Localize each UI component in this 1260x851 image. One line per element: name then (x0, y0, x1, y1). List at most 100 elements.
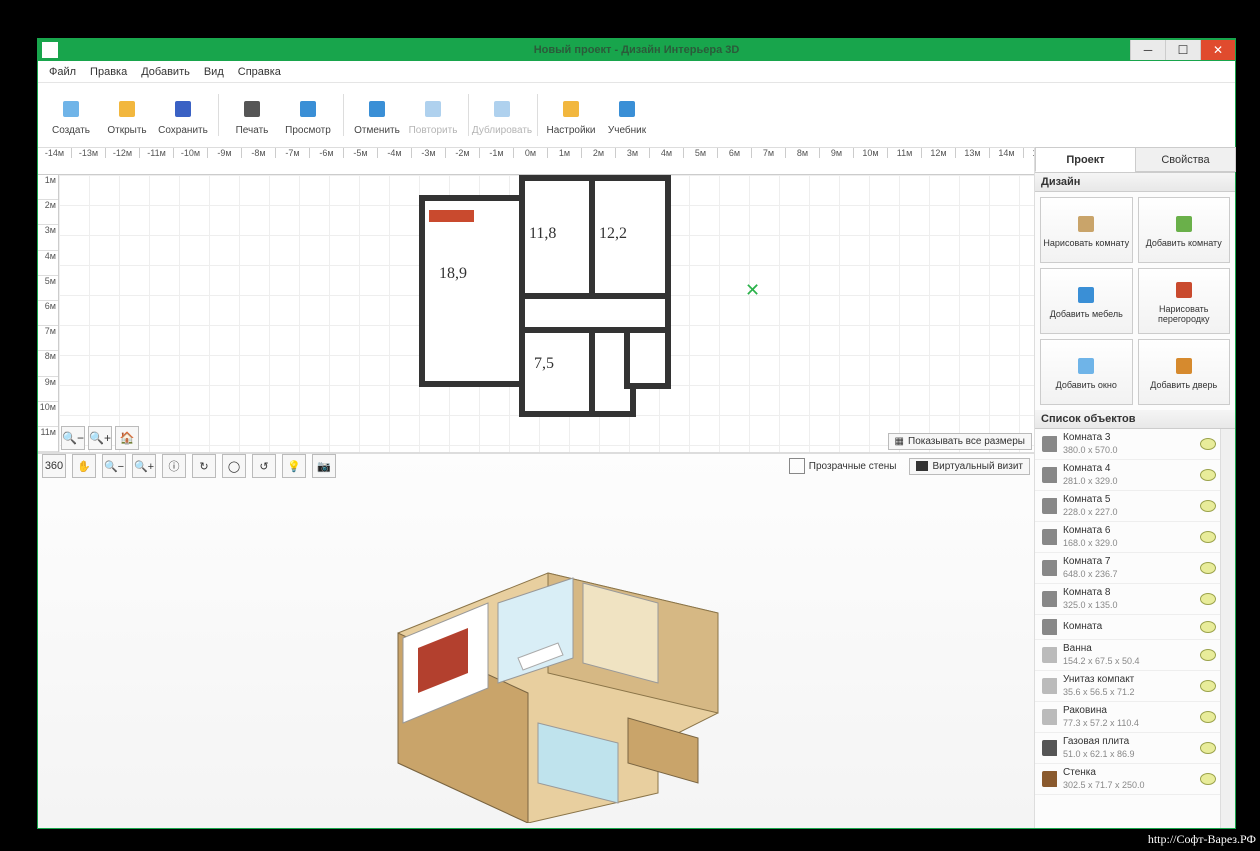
scrollbar[interactable] (1220, 429, 1235, 828)
object-item[interactable]: Комната (1035, 615, 1220, 640)
camera-button[interactable]: 📷 (312, 454, 336, 478)
toolbar-monitor-button[interactable]: Просмотр (281, 88, 335, 142)
maximize-button[interactable]: ☐ (1165, 40, 1200, 60)
stove-icon (1039, 739, 1057, 757)
menu-добавить[interactable]: Добавить (134, 64, 197, 80)
chair-icon (1075, 284, 1097, 306)
save-icon (169, 95, 197, 123)
canvas-2d[interactable]: 1м2м3м4м5м6м7м8м9м10м11м 18,9 11,8 12,2 (38, 175, 1034, 452)
home-2d-button[interactable]: 🏠 (115, 426, 139, 450)
floor-plan[interactable]: 18,9 11,8 12,2 7,5 ✕ 🔍− 🔍+ 🏠 ▦ Показыват… (59, 175, 1034, 452)
zoom-out-3d-button[interactable]: 🔍− (102, 454, 126, 478)
toolbar-save-button[interactable]: Сохранить (156, 88, 210, 142)
visibility-toggle[interactable] (1200, 438, 1216, 450)
toolbar-gear-button[interactable]: Настройки (544, 88, 598, 142)
toolbar-file-button[interactable]: Создать (44, 88, 98, 142)
show-all-sizes-toggle[interactable]: ▦ Показывать все размеры (888, 433, 1032, 450)
menu-справка[interactable]: Справка (231, 64, 288, 80)
floorplan-outline: 18,9 11,8 12,2 7,5 (449, 175, 694, 435)
visibility-toggle[interactable] (1200, 680, 1216, 692)
design-brick-button[interactable]: Нарисовать перегородку (1138, 268, 1231, 334)
object-item[interactable]: Раковина77.3 x 57.2 x 110.4 (1035, 702, 1220, 733)
transparent-walls-toggle[interactable]: Прозрачные стены (789, 458, 897, 474)
zoom-in-3d-button[interactable]: 🔍+ (132, 454, 156, 478)
object-name: Комната 5 (1063, 494, 1194, 506)
object-item[interactable]: Комната 6168.0 x 329.0 (1035, 522, 1220, 553)
close-button[interactable]: ✕ (1200, 40, 1235, 60)
object-size: 648.0 x 236.7 (1063, 568, 1194, 580)
toolbar-folder-button[interactable]: Открыть (100, 88, 154, 142)
app-icon (42, 42, 58, 58)
toolbar-printer-button[interactable]: Печать (225, 88, 279, 142)
door-icon (1173, 355, 1195, 377)
visibility-toggle[interactable] (1200, 562, 1216, 574)
object-item[interactable]: Ванна154.2 x 67.5 x 50.4 (1035, 640, 1220, 671)
zoom-out-2d-button[interactable]: 🔍− (61, 426, 85, 450)
visibility-toggle[interactable] (1200, 621, 1216, 633)
lasso-button[interactable]: ◯ (222, 454, 246, 478)
room-area-3: 12,2 (599, 225, 627, 243)
visibility-toggle[interactable] (1200, 649, 1216, 661)
window-title: Новый проект - Дизайн Интерьера 3D (534, 44, 740, 56)
redo-icon (419, 95, 447, 123)
info-button[interactable]: ⓘ (162, 454, 186, 478)
toolbar-label: Печать (236, 125, 269, 136)
object-list[interactable]: Комната 3380.0 x 570.0Комната 4281.0 x 3… (1035, 429, 1220, 828)
eye-icon (1200, 500, 1216, 512)
furniture-sofa[interactable] (429, 210, 474, 222)
visibility-toggle[interactable] (1200, 711, 1216, 723)
object-item[interactable]: Стенка302.5 x 71.7 x 250.0 (1035, 764, 1220, 795)
content-area: -14м-13м-12м-11м-10м-9м-8м-7м-6м-5м-4м-3… (38, 148, 1235, 828)
toolbar-help-button[interactable]: Учебник (600, 88, 654, 142)
toolbar-copy-button[interactable]: Дублировать (475, 88, 529, 142)
object-item[interactable]: Газовая плита51.0 x 62.1 x 86.9 (1035, 733, 1220, 764)
visibility-toggle[interactable] (1200, 500, 1216, 512)
visibility-toggle[interactable] (1200, 742, 1216, 754)
virtual-visit-button[interactable]: Виртуальный визит (909, 458, 1030, 475)
minimize-button[interactable]: ─ (1130, 40, 1165, 60)
zoom-in-2d-button[interactable]: 🔍+ (88, 426, 112, 450)
toolbar: Создать Открыть Сохранить Печать Просмотр Отм… (38, 83, 1235, 148)
toolbar-label: Повторить (409, 125, 458, 136)
undo3d-button[interactable]: ↺ (252, 454, 276, 478)
visibility-toggle[interactable] (1200, 469, 1216, 481)
menu-правка[interactable]: Правка (83, 64, 134, 80)
design-door-button[interactable]: Добавить дверь (1138, 339, 1231, 405)
tab-properties[interactable]: Свойства (1135, 147, 1236, 172)
room-1[interactable] (419, 195, 531, 387)
toolbar-label: Открыть (107, 125, 146, 136)
tab-project[interactable]: Проект (1035, 147, 1136, 172)
design-add-room-button[interactable]: Добавить комнату (1138, 197, 1231, 263)
design-draw-room-button[interactable]: Нарисовать комнату (1040, 197, 1133, 263)
design-label: Нарисовать комнату (1043, 238, 1129, 248)
object-item[interactable]: Комната 3380.0 x 570.0 (1035, 429, 1220, 460)
folder-icon (113, 95, 141, 123)
pan-button[interactable]: ✋ (72, 454, 96, 478)
toolbar-undo-button[interactable]: Отменить (350, 88, 404, 142)
object-item[interactable]: Комната 7648.0 x 236.7 (1035, 553, 1220, 584)
design-window-button[interactable]: Добавить окно (1040, 339, 1133, 405)
object-item[interactable]: Комната 4281.0 x 329.0 (1035, 460, 1220, 491)
toolbar-redo-button[interactable]: Повторить (406, 88, 460, 142)
toolbar-label: Просмотр (285, 125, 331, 136)
room-icon (1039, 618, 1057, 636)
object-item[interactable]: Комната 5228.0 x 227.0 (1035, 491, 1220, 522)
light-button[interactable]: 💡 (282, 454, 306, 478)
object-size: 380.0 x 570.0 (1063, 444, 1194, 456)
design-chair-button[interactable]: Добавить мебель (1040, 268, 1133, 334)
eye-icon (1200, 562, 1216, 574)
view360-button[interactable]: 360 (42, 454, 66, 478)
copy-icon (488, 95, 516, 123)
rotate-button[interactable]: ↻ (192, 454, 216, 478)
object-item[interactable]: Унитаз компакт35.6 x 56.5 x 71.2 (1035, 671, 1220, 702)
design-grid: Нарисовать комнатуДобавить комнатуДобави… (1035, 192, 1235, 410)
object-item[interactable]: Комната 8325.0 x 135.0 (1035, 584, 1220, 615)
menu-файл[interactable]: Файл (42, 64, 83, 80)
visibility-toggle[interactable] (1200, 531, 1216, 543)
canvas-3d[interactable]: 360 ✋ 🔍− 🔍+ ⓘ ↻ ◯ ↺ 💡 📷 Прозрачные стены (38, 452, 1034, 828)
virtual-visit-label: Виртуальный визит (932, 461, 1023, 472)
visibility-toggle[interactable] (1200, 593, 1216, 605)
menu-вид[interactable]: Вид (197, 64, 231, 80)
room-6[interactable] (624, 327, 671, 389)
visibility-toggle[interactable] (1200, 773, 1216, 785)
